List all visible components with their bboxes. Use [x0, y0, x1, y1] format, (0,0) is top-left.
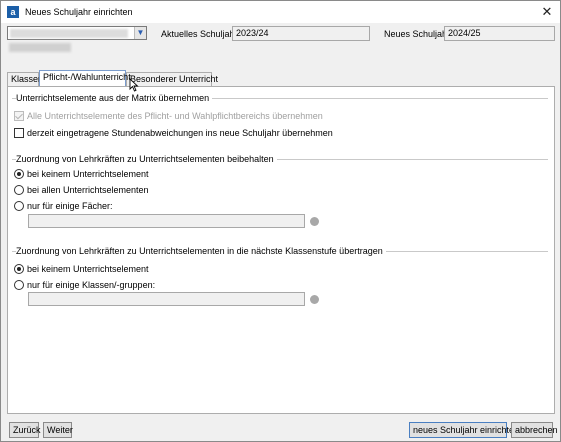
mouse-cursor-icon: [129, 78, 139, 92]
transfer-none-label: bei keinem Unterrichtselement: [27, 264, 149, 274]
keep-all-radio[interactable]: [14, 185, 24, 195]
subjects-input[interactable]: [28, 214, 305, 228]
tab-pflicht-wahlunterricht[interactable]: Pflicht-/Wahlunterricht: [39, 70, 131, 86]
dialog-window: a Neues Schuljahr einrichten ✕ ▼ Aktuell…: [0, 0, 561, 442]
keep-none-radio[interactable]: [14, 169, 24, 179]
new-year-field: 2024/25: [444, 26, 555, 41]
transfer-some-radio[interactable]: [14, 280, 24, 290]
group3-title: Zuordnung von Lehrkräften zu Unterrichts…: [16, 246, 386, 256]
deviations-checkbox[interactable]: [14, 128, 24, 138]
transfer-some-label: nur für einige Klassen/-gruppen:: [27, 280, 156, 290]
group1-title: Unterrichtselemente aus der Matrix übern…: [16, 93, 213, 103]
chevron-down-icon[interactable]: ▼: [134, 27, 146, 39]
current-year-label: Aktuelles Schuljahr: [161, 29, 238, 39]
current-year-field: 2023/24: [232, 26, 370, 41]
group2-title: Zuordnung von Lehrkräften zu Unterrichts…: [16, 154, 277, 164]
new-year-label: Neues Schuljahr: [384, 29, 451, 39]
deviations-label: derzeit eingetragene Stundenabweichungen…: [27, 128, 333, 138]
next-button[interactable]: Weiter: [43, 422, 73, 438]
cancel-button[interactable]: abbrechen: [511, 422, 558, 438]
all-elements-label: Alle Unterrichtselemente des Pflicht- un…: [27, 111, 323, 121]
tab-klassen[interactable]: Klassen: [7, 72, 43, 86]
classes-picker-icon[interactable]: [310, 295, 319, 304]
keep-some-radio[interactable]: [14, 201, 24, 211]
all-elements-checkbox[interactable]: [14, 111, 24, 121]
title-bar: a Neues Schuljahr einrichten ✕: [1, 1, 560, 23]
app-icon: a: [7, 6, 19, 18]
keep-none-label: bei keinem Unterrichtselement: [27, 169, 149, 179]
create-year-button[interactable]: neues Schuljahr einrichten: [409, 422, 519, 438]
school-select[interactable]: ▼: [7, 26, 147, 40]
school-subtitle: [9, 43, 71, 52]
school-select-value: [10, 29, 128, 38]
back-button[interactable]: Zurück: [9, 422, 41, 438]
classes-input[interactable]: [28, 292, 305, 306]
subjects-picker-icon[interactable]: [310, 217, 319, 226]
tab-panel: Unterrichtselemente aus der Matrix übern…: [7, 86, 555, 414]
transfer-none-radio[interactable]: [14, 264, 24, 274]
keep-some-label: nur für einige Fächer:: [27, 201, 113, 211]
close-icon[interactable]: ✕: [538, 3, 556, 21]
keep-all-label: bei allen Unterrichtselementen: [27, 185, 149, 195]
window-title: Neues Schuljahr einrichten: [25, 7, 133, 17]
